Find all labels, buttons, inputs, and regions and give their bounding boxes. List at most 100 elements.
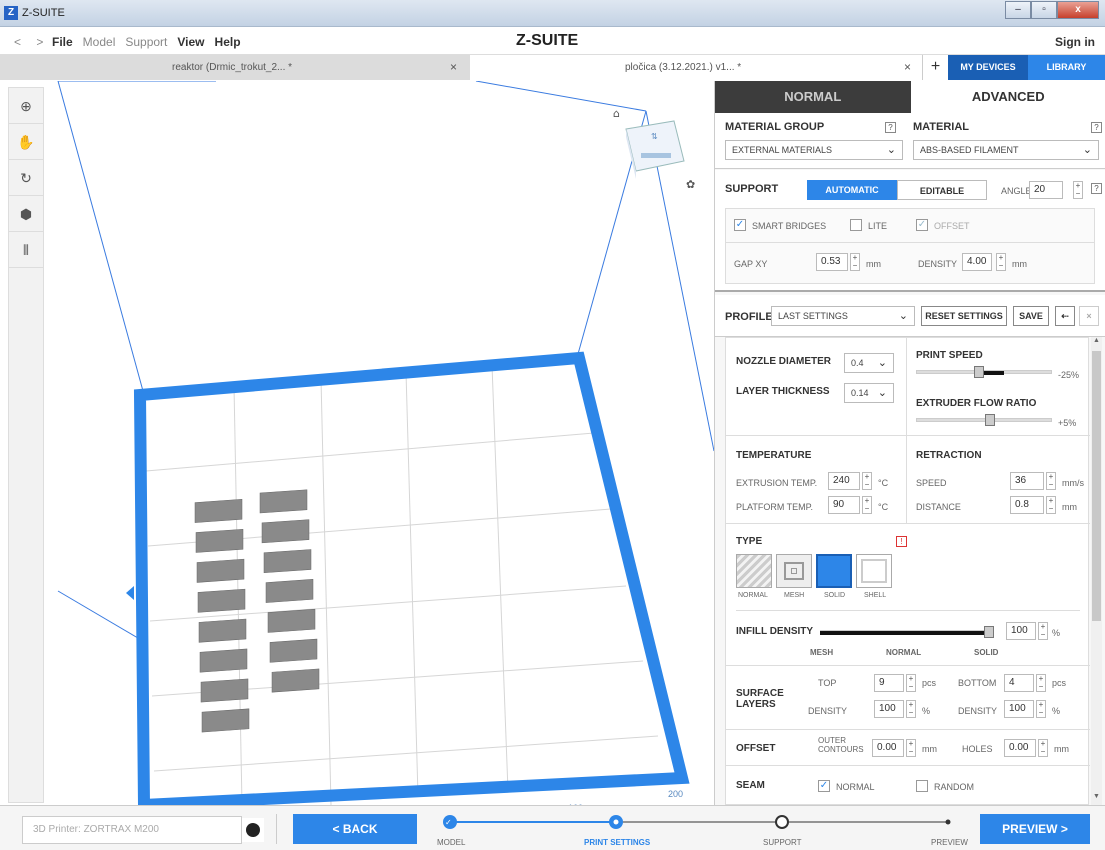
profile-select[interactable]: LAST SETTINGS ⌄ bbox=[771, 306, 915, 326]
export-icon[interactable]: ⇠ bbox=[1055, 306, 1075, 326]
seam-random-checkbox[interactable] bbox=[916, 780, 928, 792]
tab-reaktor[interactable]: reaktor (Drmic_trokut_2... * × bbox=[0, 55, 470, 80]
material-group-select[interactable]: EXTERNAL MATERIALS ⌄ bbox=[725, 140, 903, 160]
type-mesh-option[interactable] bbox=[776, 554, 812, 588]
my-devices-button[interactable]: MY DEVICES bbox=[948, 55, 1028, 80]
help-icon[interactable]: ? bbox=[1091, 122, 1102, 133]
axis-label-200: 200 bbox=[668, 789, 684, 799]
tab-normal[interactable]: NORMAL bbox=[715, 81, 911, 113]
infill-density-stepper[interactable]: + − bbox=[1038, 622, 1048, 640]
library-button[interactable]: LIBRARY bbox=[1028, 55, 1105, 80]
rotate-icon[interactable]: ↻ bbox=[9, 160, 43, 196]
type-solid-option[interactable] bbox=[816, 554, 852, 588]
material-group-value: EXTERNAL MATERIALS bbox=[732, 145, 833, 155]
layer-thickness-select[interactable]: 0.14 ⌄ bbox=[844, 383, 894, 403]
support-density-input[interactable]: 4.00 bbox=[962, 253, 992, 271]
view-cube-icon[interactable]: ⬢ bbox=[9, 196, 43, 232]
menu-file[interactable]: File bbox=[52, 35, 73, 49]
retraction-distance-stepper[interactable]: + − bbox=[1046, 496, 1056, 514]
outer-contours-input[interactable]: 0.00 bbox=[872, 739, 904, 757]
menu-support[interactable]: Support bbox=[125, 35, 167, 49]
extrusion-temp-stepper[interactable]: + − bbox=[862, 472, 872, 490]
warning-icon[interactable]: ! bbox=[896, 536, 907, 547]
support-automatic-button[interactable]: AUTOMATIC bbox=[807, 180, 897, 200]
minimize-button[interactable]: – bbox=[1005, 1, 1031, 19]
extrusion-temp-input[interactable]: 240 bbox=[828, 472, 860, 490]
back-button[interactable]: < BACK bbox=[293, 814, 417, 844]
scroll-up-icon[interactable]: ▲ bbox=[1092, 337, 1101, 347]
angle-input[interactable]: 20 bbox=[1029, 181, 1063, 199]
bottom-layers-stepper[interactable]: + − bbox=[1036, 674, 1046, 692]
retraction-distance-input[interactable]: 0.8 bbox=[1010, 496, 1044, 514]
gap-xy-input[interactable]: 0.53 bbox=[816, 253, 848, 271]
bottom-density-stepper[interactable]: + − bbox=[1036, 700, 1046, 718]
flow-ratio-handle[interactable] bbox=[985, 414, 996, 426]
outer-contours-stepper[interactable]: + − bbox=[906, 739, 916, 757]
preview-button[interactable]: PREVIEW > bbox=[980, 814, 1090, 844]
bottom-layers-input[interactable]: 4 bbox=[1004, 674, 1034, 692]
step-print-settings-label[interactable]: PRINT SETTINGS bbox=[584, 838, 650, 847]
help-icon[interactable]: ? bbox=[885, 122, 896, 133]
step-support-label[interactable]: SUPPORT bbox=[763, 838, 802, 847]
menu-model[interactable]: Model bbox=[83, 35, 116, 49]
gap-xy-stepper[interactable]: + − bbox=[850, 253, 860, 271]
step-preview-label[interactable]: PREVIEW bbox=[931, 838, 968, 847]
infill-density-input[interactable]: 100 bbox=[1006, 622, 1036, 640]
settings-scrollbar[interactable]: ▲ ▼ bbox=[1091, 337, 1102, 805]
history-nav-icons[interactable]: < > bbox=[14, 35, 49, 49]
outer-contours-unit: mm bbox=[922, 744, 937, 754]
tab-plocica[interactable]: pločica (3.12.2021.) v1... * × bbox=[470, 55, 922, 80]
offset-checkbox[interactable]: ✓ bbox=[916, 219, 928, 231]
top-layers-input[interactable]: 9 bbox=[874, 674, 904, 692]
type-shell-option[interactable] bbox=[856, 554, 892, 588]
platform-temp-stepper[interactable]: + − bbox=[862, 496, 872, 514]
workflow-steps: ✓ bbox=[443, 815, 951, 829]
scrollbar-thumb[interactable] bbox=[1092, 351, 1101, 621]
bottom-density-unit: % bbox=[1052, 706, 1061, 716]
holes-input[interactable]: 0.00 bbox=[1004, 739, 1036, 757]
smart-bridges-checkbox[interactable]: ✓ bbox=[734, 219, 746, 231]
zoom-icon[interactable]: ⊕ bbox=[9, 88, 43, 124]
tab-advanced[interactable]: ADVANCED bbox=[910, 81, 1105, 113]
seam-normal-checkbox[interactable]: ✓ bbox=[818, 780, 830, 792]
sign-in-link[interactable]: Sign in bbox=[1055, 35, 1095, 49]
step-model-label[interactable]: MODEL bbox=[437, 838, 465, 847]
platform-temp-input[interactable]: 90 bbox=[828, 496, 860, 514]
new-tab-button[interactable]: + bbox=[922, 55, 948, 80]
reset-settings-button[interactable]: RESET SETTINGS bbox=[921, 306, 1007, 326]
nozzle-diameter-select[interactable]: 0.4 ⌄ bbox=[844, 353, 894, 373]
angle-stepper[interactable]: + − bbox=[1073, 181, 1083, 199]
3d-viewport[interactable]: ⇅ ⌂ ✿ 160 200 bbox=[46, 81, 714, 805]
menu-help[interactable]: Help bbox=[215, 35, 241, 49]
help-icon[interactable]: ? bbox=[1091, 183, 1102, 194]
lite-checkbox[interactable] bbox=[850, 219, 862, 231]
maximize-button[interactable]: ▫ bbox=[1031, 1, 1057, 19]
infill-density-handle[interactable] bbox=[984, 626, 994, 638]
lock-icon[interactable] bbox=[242, 818, 264, 842]
holes-stepper[interactable]: + − bbox=[1038, 739, 1048, 757]
printer-field[interactable]: 3D Printer: ZORTRAX M200 bbox=[22, 816, 242, 844]
save-profile-button[interactable]: SAVE bbox=[1013, 306, 1049, 326]
type-block: TYPE ! NORMAL MESH SOLID SHELL INFILL DE… bbox=[726, 524, 1090, 666]
menu-view[interactable]: View bbox=[177, 35, 204, 49]
tab-close-icon[interactable]: × bbox=[904, 55, 911, 80]
print-speed-handle[interactable] bbox=[973, 366, 984, 378]
support-editable-button[interactable]: EDITABLE bbox=[897, 180, 987, 200]
material-select[interactable]: ABS-BASED FILAMENT ⌄ bbox=[913, 140, 1099, 160]
top-density-input[interactable]: 100 bbox=[874, 700, 904, 718]
layers-icon[interactable]: ⦀ bbox=[9, 232, 43, 268]
top-density-stepper[interactable]: + − bbox=[906, 700, 916, 718]
retraction-speed-stepper[interactable]: + − bbox=[1046, 472, 1056, 490]
close-icon[interactable]: × bbox=[1079, 306, 1099, 326]
outer-contours-label: OUTER CONTOURS bbox=[818, 736, 864, 754]
retraction-speed-input[interactable]: 36 bbox=[1010, 472, 1044, 490]
close-window-button[interactable]: x bbox=[1057, 1, 1099, 19]
top-layers-stepper[interactable]: + − bbox=[906, 674, 916, 692]
scroll-down-icon[interactable]: ▼ bbox=[1092, 793, 1101, 803]
type-normal-option[interactable] bbox=[736, 554, 772, 588]
pan-hand-icon[interactable]: ✋ bbox=[9, 124, 43, 160]
support-density-stepper[interactable]: + − bbox=[996, 253, 1006, 271]
flow-ratio-slider[interactable] bbox=[916, 418, 1052, 422]
bottom-density-input[interactable]: 100 bbox=[1004, 700, 1034, 718]
tab-close-icon[interactable]: × bbox=[450, 55, 457, 80]
